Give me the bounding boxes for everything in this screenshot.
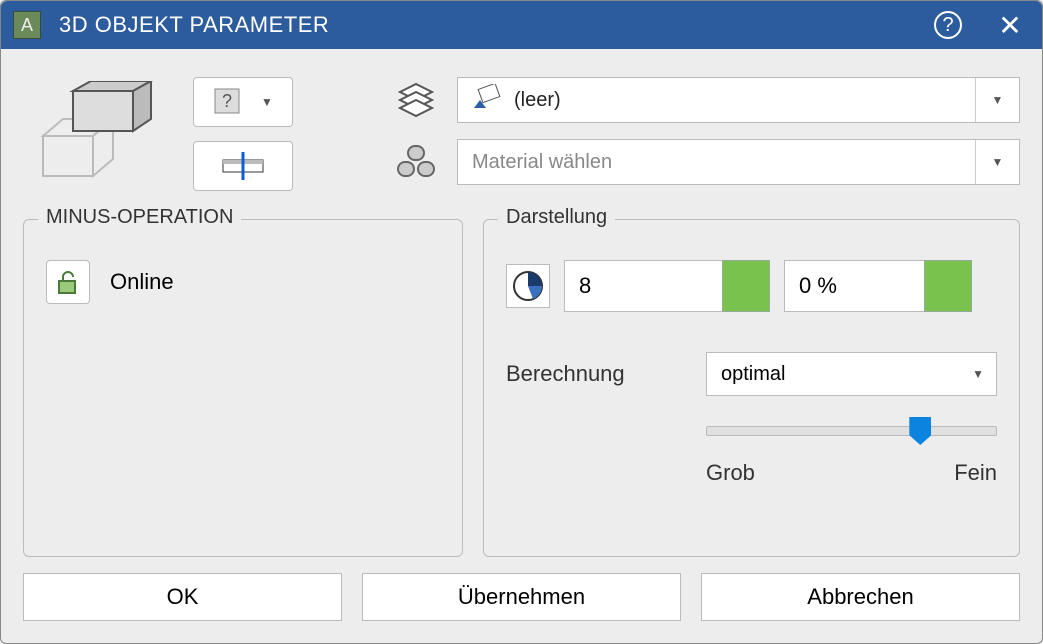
ok-button[interactable]: OK <box>23 573 342 621</box>
value1-input[interactable] <box>564 260 722 312</box>
minus-operation-heading: MINUS-OPERATION <box>38 206 241 229</box>
section-tool-button[interactable] <box>193 141 293 191</box>
berechnung-value: optimal <box>721 363 785 386</box>
chevron-down-icon: ▼ <box>975 140 1019 184</box>
value2-color-swatch[interactable] <box>924 260 972 312</box>
material-dropdown[interactable]: Material wählen ▼ <box>457 139 1020 185</box>
close-button[interactable]: ✕ <box>990 5 1030 45</box>
berechnung-label: Berechnung <box>506 361 686 387</box>
app-icon: A <box>13 11 41 39</box>
slider-thumb[interactable] <box>909 417 931 445</box>
apply-button[interactable]: Übernehmen <box>362 573 681 621</box>
slider-label-right: Fein <box>954 460 997 486</box>
dialog-window: A 3D OBJEKT PARAMETER ? ✕ <box>0 0 1043 644</box>
berechnung-dropdown[interactable]: optimal ▼ <box>706 352 997 396</box>
hatch-style-dropdown[interactable]: ? ▼ <box>193 77 293 127</box>
unlock-icon <box>55 269 81 295</box>
cancel-button[interactable]: Abbrechen <box>701 573 1020 621</box>
quality-slider[interactable] <box>706 426 997 436</box>
darstellung-group: Darstellung <box>483 219 1020 557</box>
minus-operation-group: MINUS-OPERATION Online <box>23 219 463 557</box>
section-icon <box>217 152 269 180</box>
value1-color-swatch[interactable] <box>722 260 770 312</box>
layer-dropdown-label: (leer) <box>514 89 561 112</box>
layers-icon <box>393 80 439 120</box>
lock-toggle-button[interactable] <box>46 260 90 304</box>
question-box-icon: ? <box>213 87 243 117</box>
object-preview-icon <box>23 71 173 201</box>
pie-chart-icon <box>506 264 550 308</box>
material-icon <box>393 144 439 180</box>
darstellung-heading: Darstellung <box>498 206 615 229</box>
chevron-down-icon: ▼ <box>975 78 1019 122</box>
help-button[interactable]: ? <box>934 11 962 39</box>
slider-label-left: Grob <box>706 460 755 486</box>
paint-icon <box>472 84 502 116</box>
material-dropdown-placeholder: Material wählen <box>472 151 612 174</box>
dialog-title: 3D OBJEKT PARAMETER <box>59 12 329 38</box>
chevron-down-icon: ▼ <box>972 367 984 381</box>
value2-input[interactable] <box>784 260 924 312</box>
titlebar: A 3D OBJEKT PARAMETER ? ✕ <box>1 1 1042 49</box>
chevron-down-icon: ▼ <box>261 95 273 109</box>
layer-dropdown[interactable]: (leer) ▼ <box>457 77 1020 123</box>
svg-text:?: ? <box>222 91 232 111</box>
online-label: Online <box>110 269 174 295</box>
